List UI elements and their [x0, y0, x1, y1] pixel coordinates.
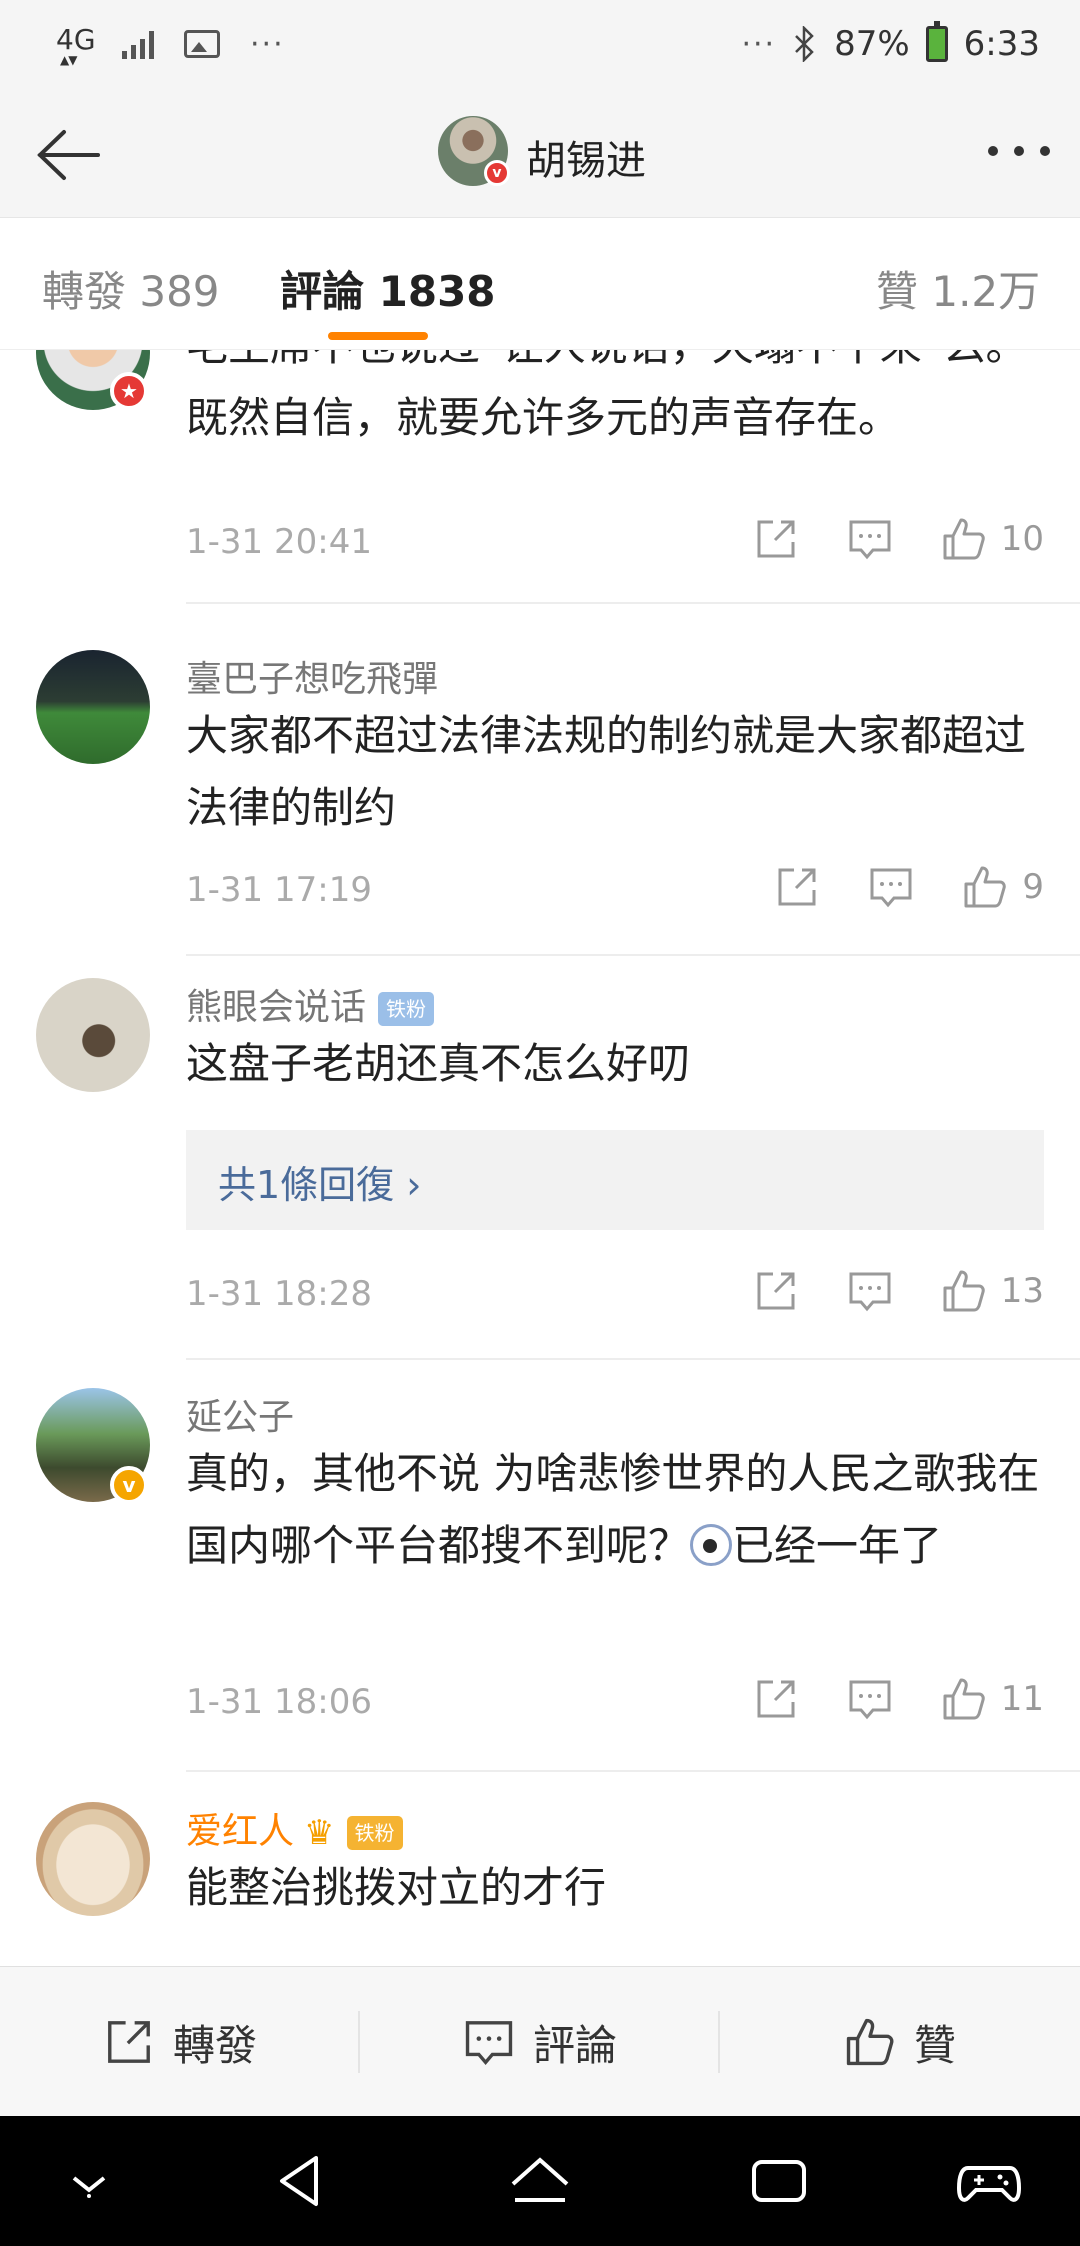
comment-text: 这盘子老胡还真不怎么好叨	[186, 1039, 691, 1088]
active-tab-indicator	[328, 332, 428, 340]
back-arrow-icon[interactable]	[28, 122, 108, 188]
comment-list: ★ 毛主席不也说过“让人说话，天塌不下来”么。既然自信，就要允许多元的声音存在。…	[0, 350, 1080, 1966]
comment-actions: 11	[753, 1676, 1044, 1722]
chevron-down-icon[interactable]	[54, 2146, 124, 2216]
share-icon[interactable]	[753, 516, 799, 562]
tab-likes[interactable]: 贊 1.2万	[876, 258, 1040, 319]
bluetooth-icon	[795, 26, 814, 62]
avatar[interactable]	[36, 978, 150, 1092]
verified-badge-icon: ★	[110, 372, 148, 410]
comment-time: 1-31 18:06	[186, 1682, 372, 1722]
comment-time: 1-31 20:41	[186, 522, 372, 562]
network-4g-icon: 4G ▲▼	[56, 23, 96, 67]
battery-icon	[925, 21, 948, 62]
like-post-button[interactable]: 贊	[720, 1967, 1080, 2117]
fan-badge: 铁粉	[346, 1816, 403, 1850]
system-nav-bar	[0, 2116, 1080, 2246]
surprised-emoji-icon	[690, 1524, 733, 1566]
avatar[interactable]	[36, 650, 150, 764]
bottom-toolbar: 轉發 評論 贊	[0, 1966, 1080, 2116]
repost-button[interactable]: 轉發	[0, 1967, 360, 2117]
share-icon[interactable]	[774, 864, 820, 910]
reply-icon[interactable]	[847, 1268, 893, 1314]
comment-text: 大家都不超过法律法规的制约就是大家都超过法律的制约	[186, 711, 1027, 832]
like-button[interactable]: 10	[941, 516, 1044, 562]
recents-icon[interactable]	[744, 2146, 814, 2216]
thumbs-up-icon	[964, 866, 1007, 908]
header-bar: v 胡锡进	[0, 92, 1080, 218]
comment-button[interactable]: 評論	[360, 1967, 720, 2117]
home-icon[interactable]	[505, 2146, 575, 2216]
reply-icon[interactable]	[847, 1676, 893, 1722]
like-count: 10	[1000, 519, 1044, 559]
commenter-name[interactable]: 臺巴子想吃飛彈	[186, 650, 438, 702]
tab-comments[interactable]: 評論 1838	[280, 258, 496, 319]
comment-time: 1-31 17:19	[186, 870, 372, 910]
comment-icon	[465, 2021, 513, 2065]
thumbs-up-icon	[846, 2018, 894, 2066]
comment-text: 毛主席不也说过“让人说话，天塌不下来”么。既然自信，就要允许多元的声音存在。	[186, 350, 1028, 442]
verified-badge-icon: v	[110, 1466, 148, 1504]
share-icon[interactable]	[753, 1676, 799, 1722]
reply-thread-link[interactable]: 共1條回復 ›	[186, 1130, 1044, 1230]
comment-text: 真的，其他不说 为啥悲惨世界的人民之歌我在国内哪个平台都搜不到呢？ 已经一年了	[186, 1449, 1040, 1570]
page-title: 胡锡进	[526, 138, 646, 184]
share-icon	[108, 2021, 150, 2063]
more-dots-icon[interactable]	[988, 146, 1050, 156]
signal-icon	[122, 29, 154, 59]
reply-count: 共1條回復 ›	[218, 1163, 422, 1207]
divider	[186, 1770, 1080, 1772]
like-count: 9	[1022, 867, 1044, 907]
fan-badge: 铁粉	[378, 992, 435, 1026]
divider	[186, 954, 1080, 956]
comment-actions: 13	[753, 1268, 1044, 1314]
battery-percent: 87%	[834, 24, 910, 64]
thumbs-up-icon	[943, 1270, 985, 1312]
image-notification-icon	[184, 30, 220, 58]
comment-actions: 10	[753, 516, 1044, 562]
like-button[interactable]: 13	[941, 1268, 1044, 1314]
like-count: 13	[1000, 1271, 1044, 1311]
status-bar: 4G ▲▼ ··· ··· 87% 6:33	[0, 0, 1080, 92]
commenter-name[interactable]: 熊眼会说话 铁粉	[186, 978, 435, 1030]
crown-icon: ♛	[304, 1813, 335, 1853]
clock: 6:33	[963, 24, 1040, 64]
share-icon[interactable]	[753, 1268, 799, 1314]
comment-text: 能整治挑拨对立的才行	[186, 1863, 607, 1912]
verified-badge-icon: v	[484, 160, 510, 186]
like-button[interactable]: 9	[962, 864, 1044, 910]
back-icon[interactable]	[266, 2146, 336, 2216]
game-controller-icon[interactable]	[954, 2146, 1024, 2216]
comment-time: 1-31 18:28	[186, 1274, 372, 1314]
divider	[186, 602, 1080, 604]
comment-actions: 9	[774, 864, 1044, 910]
tab-repost[interactable]: 轉發 389	[42, 258, 220, 319]
tab-bar: 轉發 389 評論 1838 贊 1.2万	[0, 218, 1080, 350]
avatar[interactable]	[36, 1802, 150, 1916]
thumbs-up-icon	[943, 518, 985, 560]
like-count: 11	[1000, 1679, 1044, 1719]
notification-more: ···	[250, 26, 285, 62]
commenter-name[interactable]: 延公子	[186, 1388, 294, 1440]
divider	[186, 1358, 1080, 1360]
like-button[interactable]: 11	[941, 1676, 1044, 1722]
thumbs-up-icon	[943, 1678, 985, 1720]
reply-icon[interactable]	[868, 864, 914, 910]
status-more: ···	[741, 26, 777, 62]
commenter-name[interactable]: 爱红人 ♛ 铁粉	[186, 1802, 403, 1854]
reply-icon[interactable]	[847, 516, 893, 562]
